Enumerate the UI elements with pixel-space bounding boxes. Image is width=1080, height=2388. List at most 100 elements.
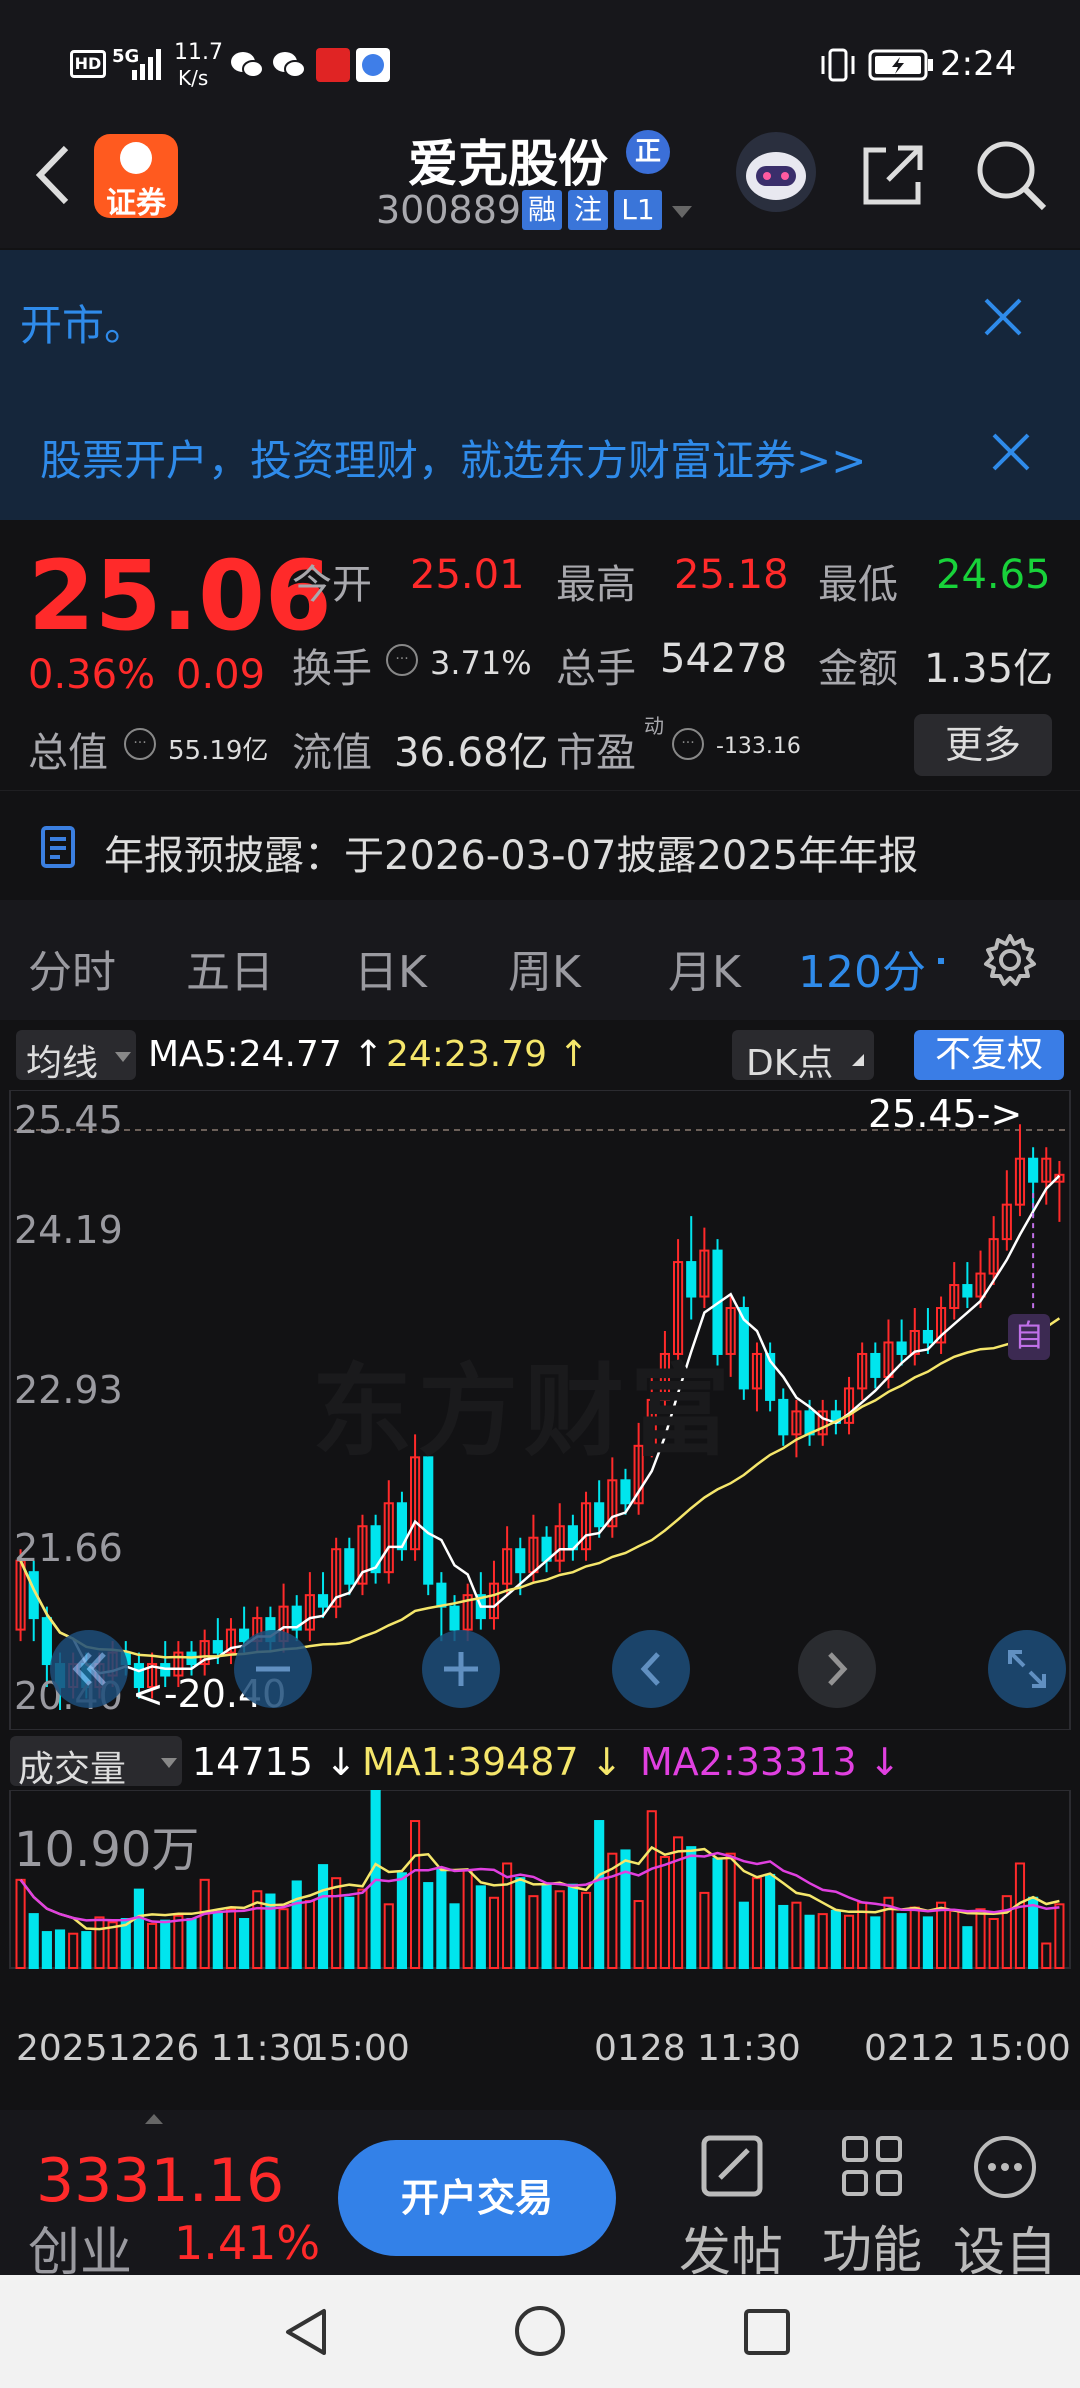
candle <box>922 1329 934 1344</box>
dk-point-label: DK点 <box>746 1043 834 1084</box>
volume-bar <box>278 1908 289 1969</box>
volume-current: 14715 ↓ <box>192 1740 357 1784</box>
chart-prev-button[interactable] <box>612 1630 690 1708</box>
chart-zoom-in-button[interactable] <box>422 1630 500 1708</box>
nav-recents-icon[interactable] <box>742 2307 792 2357</box>
trade-button[interactable]: 开户交易 <box>338 2140 616 2256</box>
volume-chart[interactable]: 10.90万 <box>0 1790 1080 2020</box>
volume-bar <box>725 1852 736 1969</box>
level-dropdown-icon[interactable] <box>670 202 694 222</box>
annual-report-notice[interactable]: 年报预披露：于2026-03-07披露2025年年报 <box>0 790 1080 900</box>
volume-bar <box>594 1820 605 1969</box>
nav-home-icon[interactable] <box>512 2303 568 2359</box>
dk-point-button[interactable]: DK点 <box>732 1030 874 1084</box>
time-axis: 20251226 11:30 15:00 0128 11:30 0212 15:… <box>0 2020 1080 2100</box>
index-value[interactable]: 3331.16 <box>36 2146 284 2216</box>
volume-bar <box>672 1836 684 1969</box>
volume-bar <box>751 1877 763 1969</box>
tab-monthly-k[interactable]: 月K <box>668 936 741 1000</box>
adjust-button[interactable]: 不复权 <box>914 1030 1064 1080</box>
candle <box>870 1352 881 1378</box>
ma5-up-arrow-icon: ↑ <box>341 1034 384 1075</box>
volume-bar <box>699 1891 710 1969</box>
x-label-3: 0212 15:00 <box>864 2028 1071 2069</box>
notice-banner-1[interactable]: 开市。 <box>0 250 1080 385</box>
y-label-0: 25.45 <box>14 1098 123 1142</box>
volume-bar <box>160 1919 171 1969</box>
volume-bar <box>778 1904 789 1969</box>
mktcap-info-icon[interactable]: ··· <box>124 728 156 760</box>
volume-bar <box>580 1891 592 1969</box>
open-label: 今开 <box>292 562 372 608</box>
volume-bar <box>528 1895 539 1969</box>
tab-daily-k[interactable]: 日K <box>354 936 427 1000</box>
vibrate-icon <box>818 48 858 82</box>
tab-intraday[interactable]: 分时 <box>28 936 116 1000</box>
share-icon[interactable] <box>858 140 928 210</box>
x-label-1: 15:00 <box>306 2028 410 2069</box>
index-name: 创业 <box>28 2223 133 2283</box>
volume-bar <box>462 1869 473 1969</box>
volume-bar <box>765 1873 776 1969</box>
app-logo-text: 证券 <box>106 186 166 221</box>
chart-zoom-out-button[interactable] <box>234 1630 312 1708</box>
tab-five-day[interactable]: 五日 <box>186 936 274 1000</box>
ma-selector-label: 均线 <box>26 1043 99 1084</box>
index-change: 1.41% <box>174 2216 321 2270</box>
nav-back-icon[interactable] <box>280 2305 334 2359</box>
hd-icon: HD <box>70 50 106 78</box>
chart-pan-left-button[interactable] <box>50 1630 128 1708</box>
volume-bar <box>843 1914 855 1969</box>
chart-period-tabs: 分时 五日 日K 周K 月K 120分 <box>0 900 1080 1020</box>
post-button[interactable]: 发帖 <box>676 2130 786 2283</box>
chart-next-button[interactable] <box>798 1630 876 1708</box>
notice-banner-2[interactable]: 股票开户，投资理财，就选东方财富证券>> <box>0 385 1080 520</box>
volume-bar <box>502 1862 513 1969</box>
annual-report-text: 年报预披露：于2026-03-07披露2025年年报 <box>104 833 919 879</box>
volume-bar <box>988 1918 999 1969</box>
notice-close-icon-2[interactable] <box>988 429 1034 475</box>
volume-bar <box>423 1882 434 1969</box>
volume-bar <box>896 1913 907 1969</box>
function-button[interactable]: 功能 <box>822 2130 922 2279</box>
volume-down-arrow-icon: ↓ <box>312 1740 357 1784</box>
volume-bar <box>620 1849 631 1969</box>
tab-120min[interactable]: 120分 <box>798 936 926 1000</box>
self-select-marker[interactable]: 自 <box>1008 1314 1050 1360</box>
pe-info-icon[interactable]: ··· <box>672 728 704 760</box>
chart-settings-gear-icon[interactable] <box>980 930 1040 990</box>
ma-indicator-bar: 均线 MA5:24.77 ↑ 24:23.79 ↑ DK点 不复权 <box>0 1020 1080 1090</box>
volume-bar <box>633 1900 644 1969</box>
volume-ma2-text: MA2:33313 <box>640 1740 857 1784</box>
double-left-icon <box>72 1652 106 1686</box>
app-notify-icon-2 <box>356 48 390 82</box>
chart-fullscreen-button[interactable] <box>988 1630 1066 1708</box>
notice-close-icon-1[interactable] <box>980 294 1026 340</box>
candlestick-chart[interactable]: 东方财富 25.45 24.19 22.93 21.66 20.40 25.45… <box>0 1090 1080 1730</box>
amount-value: 1.35亿 <box>924 646 1054 692</box>
volume-bar <box>949 1909 960 1970</box>
volume-bar <box>68 1932 79 1969</box>
volume-bar <box>28 1913 39 1969</box>
volume-bar <box>1054 1903 1065 1969</box>
tab-weekly-k[interactable]: 周K <box>508 936 581 1000</box>
volume-selector-button[interactable]: 成交量 <box>10 1736 182 1790</box>
turnover-label: 换手 <box>292 646 372 692</box>
more-button[interactable]: 更多 <box>914 714 1052 776</box>
back-button[interactable] <box>28 140 78 210</box>
mktcap-value: 55.19亿 <box>168 736 269 766</box>
search-icon[interactable] <box>972 136 1052 216</box>
volume-bar <box>488 1896 500 1969</box>
ma-selector-caret-icon <box>115 1052 131 1062</box>
candle <box>778 1398 789 1436</box>
volume-bar <box>186 1918 197 1969</box>
volume-bar <box>1028 1896 1039 1969</box>
robot-assistant-icon[interactable] <box>736 132 816 212</box>
candle <box>962 1284 973 1298</box>
more-dots-icon <box>974 2136 1036 2198</box>
turnover-info-icon[interactable]: ··· <box>386 644 418 676</box>
volume-bar <box>804 1914 815 1969</box>
ma-selector-button[interactable]: 均线 <box>16 1030 136 1084</box>
app-logo-button[interactable]: 证券 <box>94 134 178 221</box>
settings-button[interactable]: 设自 <box>950 2130 1060 2283</box>
